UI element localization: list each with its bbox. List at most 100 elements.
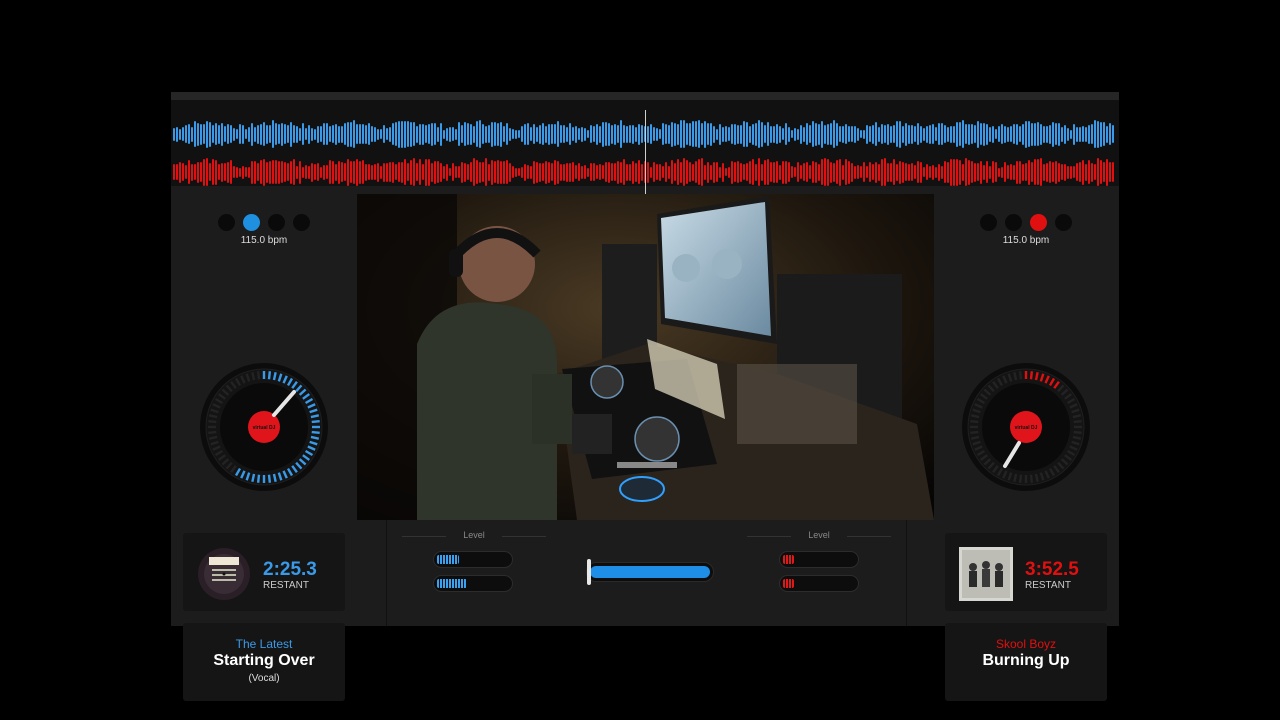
waveform-bar <box>173 164 175 180</box>
waveform-bar <box>236 166 238 178</box>
deck-a-dot-1[interactable] <box>218 214 235 231</box>
waveform-bar <box>674 163 676 181</box>
waveform-bar <box>353 160 355 184</box>
waveform-bar <box>494 122 496 146</box>
deck-a-dot-2[interactable] <box>243 214 260 231</box>
waveform-bar <box>599 164 601 180</box>
waveform-bar <box>1073 123 1075 145</box>
waveform-bar <box>995 162 997 182</box>
deck-a-dot-3[interactable] <box>268 214 285 231</box>
waveform-bar <box>590 163 592 181</box>
waveform-bar <box>290 121 292 147</box>
deck-a-bpm: 115.0 bpm <box>240 235 288 246</box>
waveform-bar <box>542 163 544 181</box>
crossfader[interactable] <box>586 559 714 585</box>
waveform-bar <box>851 126 853 142</box>
waveform-bar <box>893 125 895 143</box>
waveform-bar <box>932 164 934 180</box>
waveform-bar <box>743 164 745 180</box>
waveform-bar <box>269 125 271 143</box>
waveform-bar <box>233 166 235 178</box>
waveform-bar <box>230 125 232 143</box>
waveform-bar <box>716 128 718 140</box>
waveform-bar <box>281 161 283 183</box>
deck-b-logo-text: virtual DJ <box>1015 425 1038 431</box>
waveform-bar <box>503 160 505 184</box>
waveform-bar <box>992 161 994 183</box>
waveform-bar <box>329 160 331 184</box>
waveform-bar <box>983 122 985 146</box>
waveform-bar <box>923 127 925 141</box>
platter-tick <box>1073 419 1082 424</box>
waveform-bar <box>500 160 502 184</box>
waveform-bar <box>1076 163 1078 181</box>
waveform-bar <box>344 163 346 181</box>
waveform-bar <box>344 123 346 145</box>
waveform-bar <box>563 125 565 143</box>
waveform-bar <box>530 127 532 141</box>
waveform-bar <box>680 161 682 183</box>
waveform-bar <box>632 160 634 184</box>
waveform-bar <box>1019 126 1021 142</box>
waveform-bar <box>173 127 175 141</box>
platter-tick <box>1072 414 1082 419</box>
crossfader-track <box>590 566 710 578</box>
waveform-bar <box>377 162 379 182</box>
waveform-bar <box>320 166 322 178</box>
waveform-bar <box>1013 124 1015 144</box>
platter-tick <box>310 414 320 419</box>
deck-b-level-meter-1 <box>779 551 859 568</box>
waveform-bar <box>1046 125 1048 143</box>
waveform-bar <box>1046 162 1048 182</box>
waveform-bar <box>629 125 631 143</box>
waveform-bar <box>578 128 580 140</box>
waveform-bar <box>1028 159 1030 185</box>
waveform-bar <box>230 160 232 184</box>
waveform-overview[interactable] <box>171 92 1119 194</box>
deck-a-hotcue-dots <box>171 214 357 231</box>
waveform-bar <box>737 161 739 183</box>
deck-b-dot-3[interactable] <box>1030 214 1047 231</box>
waveform-bar <box>986 161 988 183</box>
waveform-bar <box>317 125 319 143</box>
platter-tick <box>256 474 261 483</box>
waveform-bar <box>668 124 670 144</box>
deck-a-dot-4[interactable] <box>293 214 310 231</box>
waveform-bar <box>479 120 481 148</box>
waveform-bar <box>722 162 724 182</box>
waveform-bar <box>254 126 256 142</box>
waveform-bar <box>176 164 178 180</box>
waveform-bar <box>845 124 847 144</box>
waveform-bar <box>869 126 871 142</box>
waveform-bar <box>710 164 712 180</box>
waveform-bar <box>404 120 406 148</box>
deck-b-dot-4[interactable] <box>1055 214 1072 231</box>
waveform-bar <box>899 120 901 148</box>
waveform-bar <box>1037 122 1039 146</box>
waveform-bar <box>788 162 790 182</box>
waveform-bar <box>752 159 754 185</box>
waveform-bar <box>521 166 523 178</box>
deck-b-jogwheel[interactable]: virtual DJ <box>961 362 1091 492</box>
waveform-bar <box>782 128 784 140</box>
waveform-bar <box>977 120 979 148</box>
waveform-bar <box>395 164 397 180</box>
waveform-bar <box>449 168 451 176</box>
crossfader-knob[interactable] <box>587 559 591 585</box>
waveform-bar <box>605 162 607 182</box>
waveform-bar <box>941 165 943 179</box>
deck-b-dot-1[interactable] <box>980 214 997 231</box>
waveform-bar <box>218 164 220 180</box>
waveform-bar <box>272 160 274 184</box>
waveform-bar <box>692 121 694 147</box>
waveform-bar <box>911 124 913 144</box>
waveform-bar <box>422 123 424 145</box>
waveform-bar <box>908 163 910 181</box>
waveform-bar <box>620 161 622 183</box>
deck-a-jogwheel[interactable]: virtual DJ <box>199 362 329 492</box>
deck-b-dot-2[interactable] <box>1005 214 1022 231</box>
waveform-bar <box>1016 123 1018 145</box>
waveform-bar <box>497 122 499 146</box>
waveform-bar <box>791 166 793 178</box>
album-cover-group-photo-icon <box>959 547 1013 601</box>
